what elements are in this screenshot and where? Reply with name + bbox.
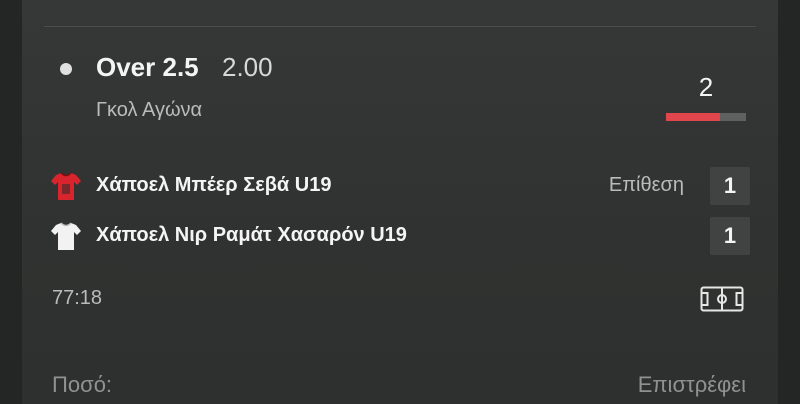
away-team-name: Χάποελ Νιρ Ραμάτ Χασαρόν U19 <box>96 224 407 246</box>
stake-label: Ποσό: <box>52 372 113 397</box>
attack-status: Επίθεση <box>608 174 684 196</box>
card-divider <box>44 26 756 27</box>
selection-odds: 2.00 <box>222 52 273 82</box>
screen-left-margin <box>0 0 22 404</box>
team-row-home: Χάποελ Μπέερ Σεβά U19 Επίθεση 1 <box>50 167 750 207</box>
pitch-icon[interactable] <box>700 286 744 312</box>
home-team-score: 1 <box>710 167 750 205</box>
away-team-score: 1 <box>710 217 750 255</box>
market-name: Γκολ Αγώνα <box>96 99 203 121</box>
screen-right-margin <box>778 0 800 404</box>
home-team-name: Χάποελ Μπέερ Σεβά U19 <box>96 174 332 196</box>
match-clock: 77:18 <box>52 287 103 309</box>
red-shirt-icon <box>51 172 81 200</box>
returns-label: Επιστρέφει <box>637 372 746 397</box>
white-shirt-icon <box>51 222 81 250</box>
selection-bullet-icon <box>60 63 72 75</box>
goals-progress-fill <box>666 113 721 121</box>
team-row-away: Χάποελ Νιρ Ραμάτ Χασαρόν U19 1 <box>50 217 750 257</box>
goals-progress-bar <box>666 113 746 121</box>
total-goals-value: 2 <box>698 72 714 102</box>
selection-name: Over 2.5 <box>96 52 199 82</box>
